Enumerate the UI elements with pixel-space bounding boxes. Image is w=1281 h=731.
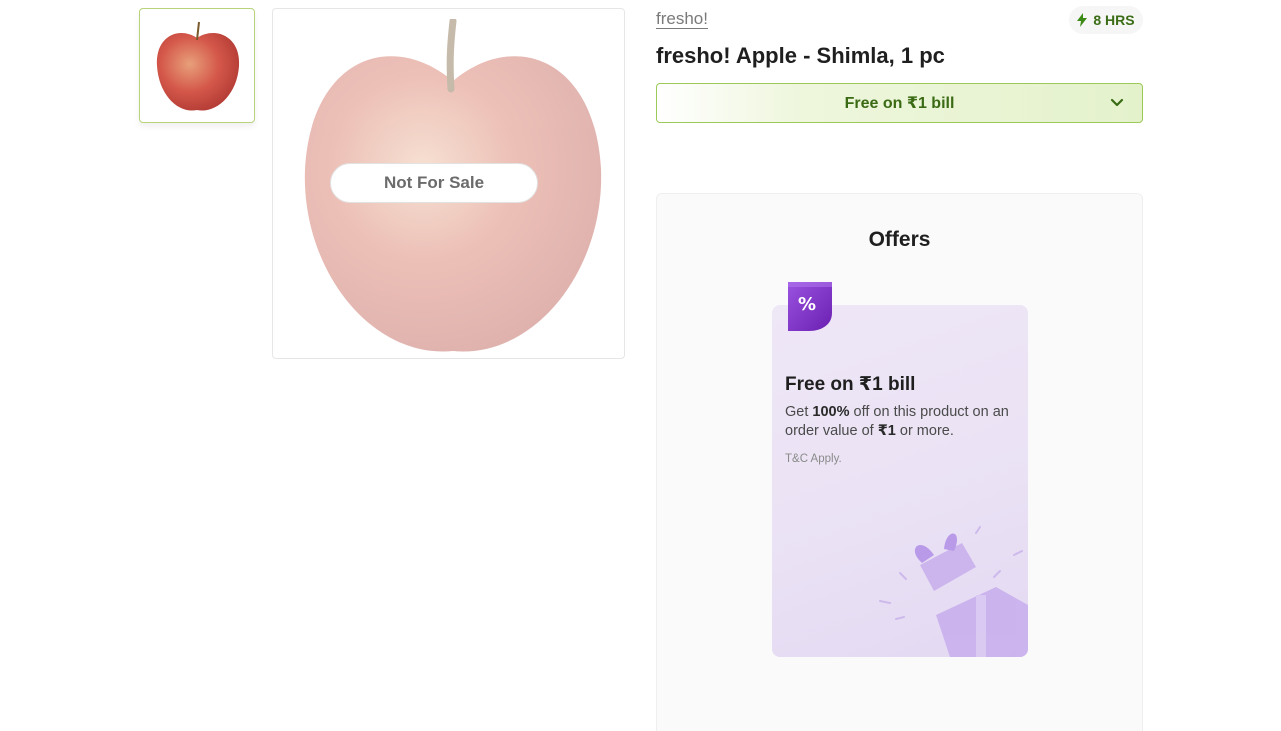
product-thumbnail[interactable]	[139, 8, 255, 123]
offers-panel: Offers Free on ₹1 bill Get 100% off on t…	[656, 193, 1143, 731]
brand-link[interactable]: fresho!	[656, 9, 708, 29]
not-for-sale-badge: Not For Sale	[330, 163, 538, 203]
delivery-time-badge: 8 HRS	[1069, 6, 1143, 34]
desc-percent: 100%	[812, 404, 850, 420]
percent-tag-icon: %	[788, 282, 832, 331]
percent-symbol: %	[798, 294, 816, 315]
apple-thumbnail-image	[156, 21, 240, 111]
offer-card-description: Get 100% off on this product on an order…	[785, 403, 1015, 441]
offer-terms: T&C Apply.	[785, 453, 842, 465]
lightning-icon	[1077, 13, 1088, 27]
product-main-image: Not For Sale	[272, 8, 625, 359]
gift-icon	[879, 526, 1028, 657]
product-page: Not For Sale fresho! 8 HRS fresho! Apple…	[0, 0, 1281, 731]
offer-card-heading: Free on ₹1 bill	[785, 374, 916, 395]
offer-card[interactable]: Free on ₹1 bill Get 100% off on this pro…	[772, 305, 1028, 657]
offers-title: Offers	[868, 228, 931, 251]
offer-strip-dropdown[interactable]: Free on ₹1 bill	[656, 83, 1143, 123]
product-title: fresho! Apple - Shimla, 1 pc	[656, 43, 945, 68]
desc-get: Get	[785, 404, 813, 420]
desc-amount: ₹1	[877, 423, 896, 439]
offer-strip-label: Free on ₹1 bill	[844, 95, 955, 112]
desc-end: or more.	[895, 423, 954, 439]
delivery-time-text: 8 HRS	[1093, 12, 1135, 28]
chevron-down-icon	[1110, 98, 1124, 107]
